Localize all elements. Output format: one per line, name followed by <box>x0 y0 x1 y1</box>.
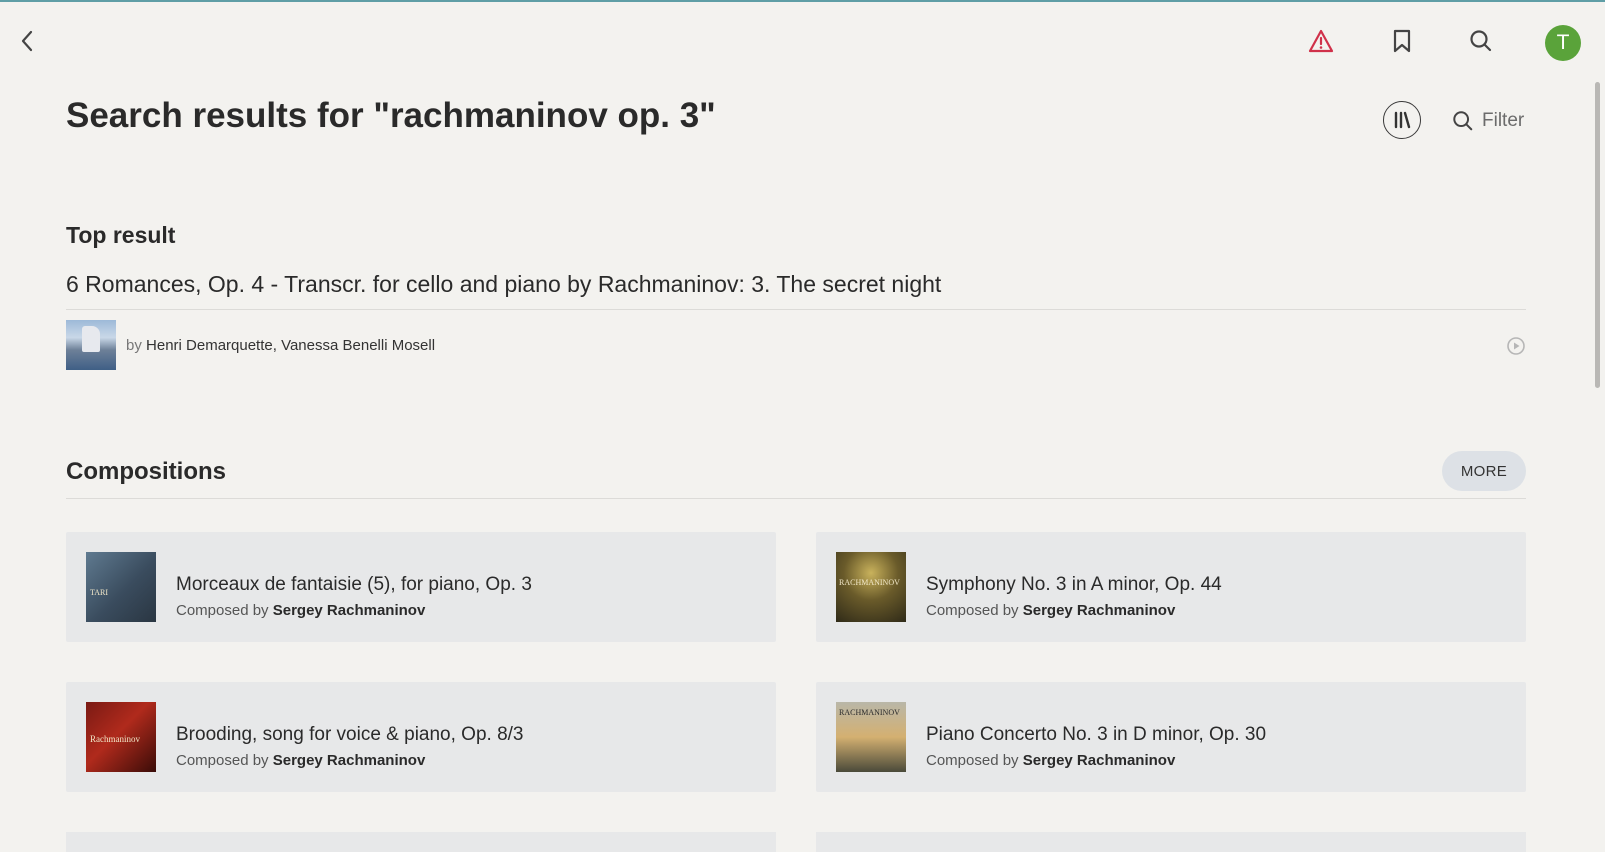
artists-names[interactable]: Henri Demarquette, Vanessa Benelli Mosel… <box>146 337 435 354</box>
play-button[interactable] <box>1505 335 1527 357</box>
composition-card-partial[interactable] <box>66 832 776 852</box>
composition-title: Brooding, song for voice & piano, Op. 8/… <box>176 724 524 745</box>
composition-title: Morceaux de fantaisie (5), for piano, Op… <box>176 574 532 595</box>
by-label: by <box>126 337 142 354</box>
composition-album-art: TARI <box>86 552 156 622</box>
user-avatar[interactable]: T <box>1545 25 1581 61</box>
composer-name[interactable]: Sergey Rachmaninov <box>273 752 426 769</box>
avatar-initial: T <box>1556 31 1570 54</box>
composition-composer: Composed by Sergey Rachmaninov <box>176 752 425 769</box>
composition-title: Piano Concerto No. 3 in D minor, Op. 30 <box>926 724 1267 745</box>
filter-label: Filter <box>1482 110 1525 131</box>
alert-button[interactable] <box>1306 26 1336 56</box>
composition-card[interactable]: RACHMANINOV Piano Concerto No. 3 in D mi… <box>816 682 1526 792</box>
back-button[interactable] <box>12 26 42 56</box>
composition-composer: Composed by Sergey Rachmaninov <box>926 602 1175 619</box>
album-art-figure <box>82 326 100 352</box>
filter-button[interactable]: Filter <box>1452 108 1524 134</box>
composed-by-label: Composed by <box>176 602 269 619</box>
bookmark-icon <box>1393 29 1411 53</box>
alert-triangle-icon <box>1308 29 1334 53</box>
search-button[interactable] <box>1466 26 1496 56</box>
composition-card-partial[interactable] <box>816 832 1526 852</box>
more-button[interactable]: MORE <box>1442 451 1526 491</box>
page-title: Search results for "rachmaninov op. 3" <box>66 96 716 135</box>
composition-title: Symphony No. 3 in A minor, Op. 44 <box>926 574 1222 595</box>
composed-by-label: Composed by <box>176 752 269 769</box>
composition-album-art: RACHMANINOV <box>836 702 906 772</box>
composition-card[interactable]: RACHMANINOV Symphony No. 3 in A minor, O… <box>816 532 1526 642</box>
composition-composer: Composed by Sergey Rachmaninov <box>926 752 1175 769</box>
composition-album-art: RACHMANINOV <box>836 552 906 622</box>
library-button[interactable] <box>1383 101 1421 139</box>
composed-by-label: Composed by <box>926 752 1019 769</box>
divider <box>66 309 1526 310</box>
composition-composer: Composed by Sergey Rachmaninov <box>176 602 425 619</box>
composer-name[interactable]: Sergey Rachmaninov <box>273 602 426 619</box>
composition-card[interactable]: TARI Morceaux de fantaisie (5), for pian… <box>66 532 776 642</box>
compositions-heading: Compositions <box>66 458 226 485</box>
chevron-left-icon <box>21 30 33 52</box>
library-icon <box>1394 111 1411 129</box>
bookmark-button[interactable] <box>1387 26 1417 56</box>
divider <box>66 498 1526 499</box>
top-accent-line <box>0 0 1605 2</box>
scrollbar-thumb[interactable] <box>1595 82 1600 388</box>
composition-album-art: Rachmaninov <box>86 702 156 772</box>
search-icon <box>1453 111 1473 131</box>
composition-card[interactable]: Rachmaninov Brooding, song for voice & p… <box>66 682 776 792</box>
top-result-artists: by Henri Demarquette, Vanessa Benelli Mo… <box>126 337 435 354</box>
top-result-heading: Top result <box>66 222 176 248</box>
top-result-album-art[interactable] <box>66 320 116 370</box>
search-icon <box>1470 30 1492 52</box>
composed-by-label: Composed by <box>926 602 1019 619</box>
play-circle-icon <box>1507 337 1525 355</box>
top-result-title[interactable]: 6 Romances, Op. 4 - Transcr. for cello a… <box>66 271 941 298</box>
composer-name[interactable]: Sergey Rachmaninov <box>1023 602 1176 619</box>
composer-name[interactable]: Sergey Rachmaninov <box>1023 752 1176 769</box>
